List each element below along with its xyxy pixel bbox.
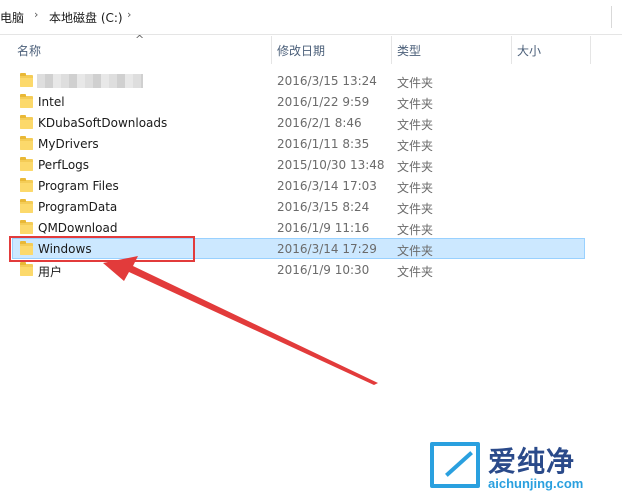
watermark-site: aichunjing.com <box>488 476 584 491</box>
watermark-logo-icon <box>430 442 480 488</box>
annotation-arrow-shape <box>103 256 378 385</box>
annotation-arrow <box>103 256 378 385</box>
watermark-title: 爱纯净 <box>488 445 576 478</box>
watermark: 爱纯净 aichunjing.com <box>430 440 616 492</box>
